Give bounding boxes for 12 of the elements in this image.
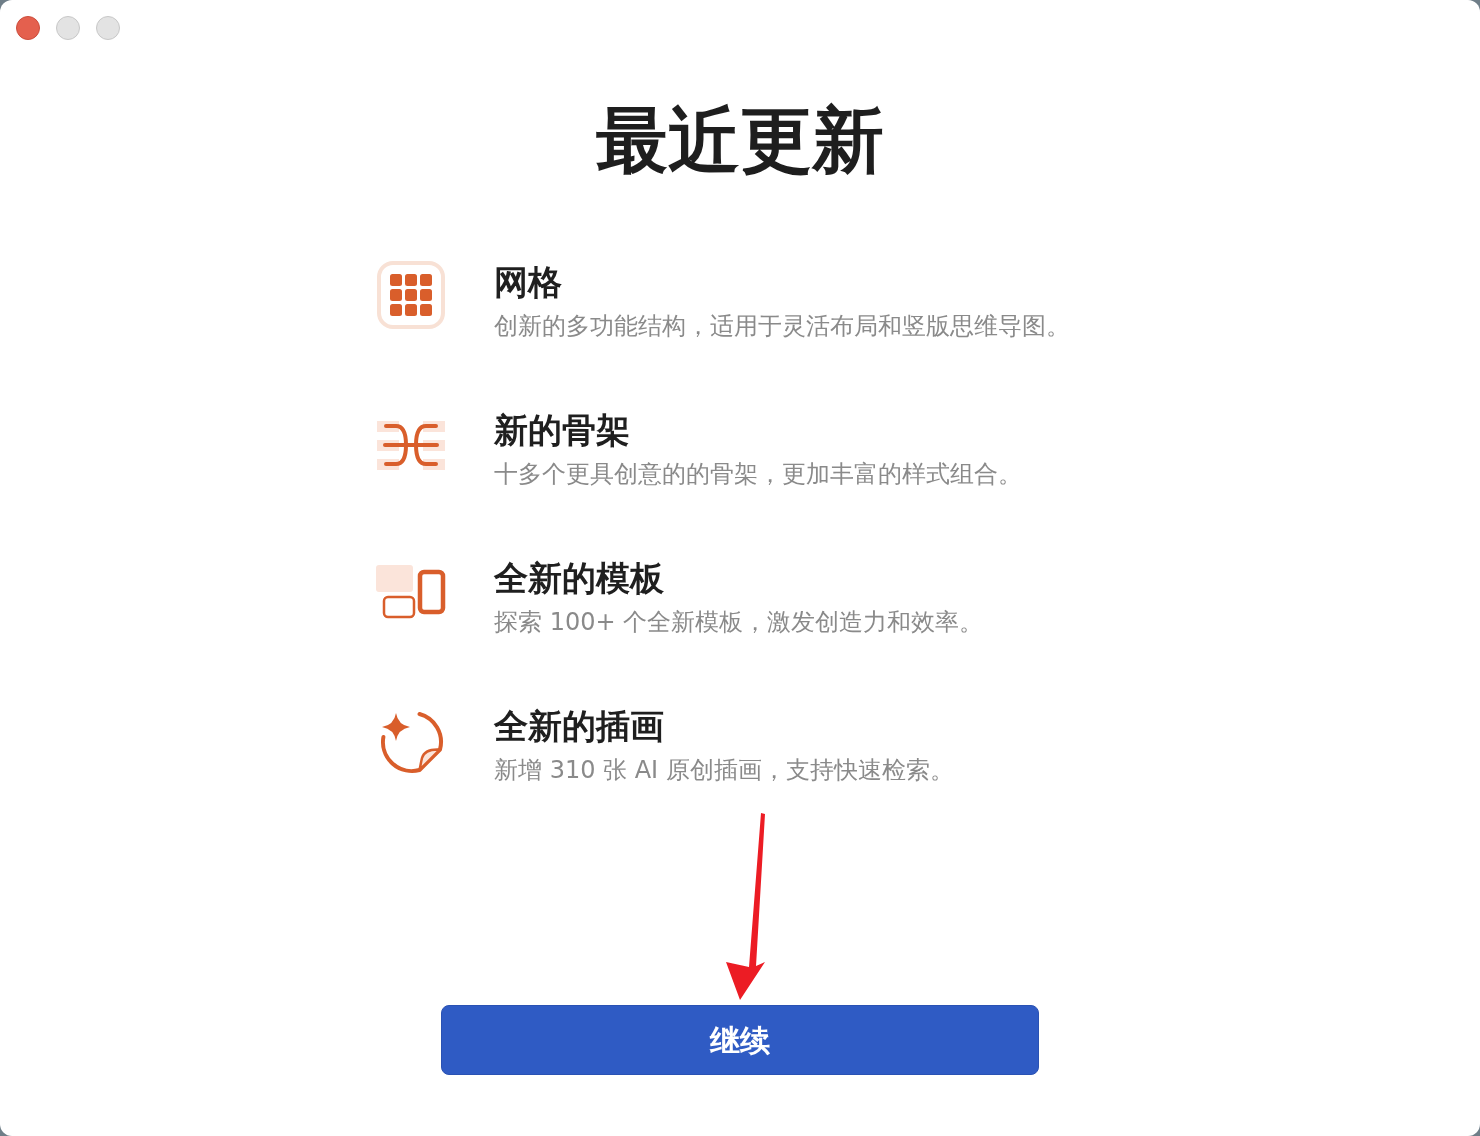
feature-description: 新增 310 张 AI 原创插画，支持快速检索。 [494, 755, 954, 786]
close-button[interactable] [16, 16, 40, 40]
page-title: 最近更新 [596, 97, 884, 183]
feature-description: 探索 100+ 个全新模板，激发创造力和效率。 [494, 607, 984, 638]
feature-title: 全新的模板 [494, 557, 665, 600]
feature-title: 全新的插画 [494, 705, 665, 748]
feature-title: 新的骨架 [494, 409, 631, 452]
feature-title: 网格 [494, 261, 563, 304]
feature-description: 十多个更具创意的的骨架，更加丰富的样式组合。 [494, 459, 1022, 490]
grid-icon [376, 260, 446, 330]
continue-button[interactable]: 继续 [441, 1005, 1039, 1075]
feature-description: 创新的多功能结构，适用于灵活布局和竖版思维导图。 [494, 311, 1070, 342]
